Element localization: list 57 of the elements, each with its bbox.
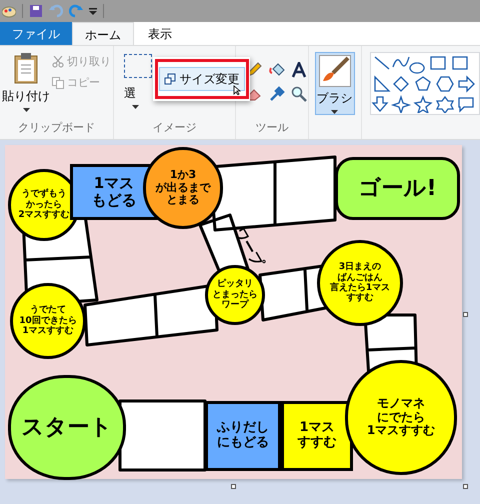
space-text: 言えたら1マス: [330, 283, 390, 293]
caret-icon[interactable]: [132, 105, 139, 109]
scissors-icon: [52, 56, 64, 68]
space-text: 1か3: [170, 169, 196, 182]
caret-icon: [331, 110, 338, 114]
space-text: かったら: [26, 200, 62, 210]
space-text: 1マス: [299, 421, 335, 436]
space-text: うでたて: [30, 305, 66, 316]
space-text: 10回できたら: [19, 316, 77, 326]
space-text: ばんごはん: [338, 272, 382, 283]
paintbrush-icon: [318, 55, 351, 87]
space-text: モノマネ: [377, 396, 425, 411]
space-text: うでずもう: [22, 189, 66, 200]
clipboard-icon[interactable]: [13, 52, 39, 84]
paint-palette-icon[interactable]: [2, 4, 16, 18]
group-label: クリップボード: [16, 120, 96, 136]
caret-icon[interactable]: [22, 108, 30, 112]
magnifier-icon[interactable]: [291, 86, 308, 102]
space-text: すすむ: [346, 293, 374, 304]
space-text: ピッタリ: [217, 279, 253, 290]
resize-handle[interactable]: [463, 312, 468, 317]
group-label: イメージ: [152, 120, 198, 136]
space-text: もどる: [92, 192, 136, 210]
dropdown-arrow-icon[interactable]: [89, 7, 97, 15]
space-text: にもどる: [217, 436, 269, 451]
space-text: すすむ: [298, 436, 336, 451]
group-label: ツール: [254, 120, 290, 136]
space-text: 1マスすすむ: [366, 424, 436, 438]
paint-bucket-icon[interactable]: [268, 62, 285, 78]
space-text: 2マスすすむ: [18, 210, 70, 221]
shapes-gallery[interactable]: [370, 52, 480, 115]
paste-button[interactable]: 貼り付け: [2, 87, 50, 105]
resize-handle[interactable]: [231, 484, 236, 489]
resize-handle[interactable]: [463, 484, 468, 489]
space-text: ゴール!: [358, 176, 437, 202]
space-text: ワープ: [222, 300, 248, 311]
space-text: ふりだし: [217, 421, 269, 436]
color-picker-icon[interactable]: [268, 86, 285, 102]
space-text: 1マス: [94, 174, 134, 192]
space-text: 3日まえの: [338, 262, 382, 272]
save-icon[interactable]: [29, 4, 43, 18]
resize-icon: [164, 73, 176, 85]
selection-icon[interactable]: [124, 54, 152, 78]
brush-button[interactable]: ブラシ: [314, 52, 355, 115]
ribbon-tab[interactable]: ホーム: [72, 22, 134, 46]
file-tab[interactable]: ファイル: [0, 22, 72, 45]
copy-icon: [52, 76, 64, 89]
space-text: とまったら: [212, 290, 258, 300]
text-icon[interactable]: [291, 62, 308, 78]
space-text: 1マスすすむ: [22, 326, 74, 337]
space-text: とまる: [166, 194, 200, 207]
space-text: が出るまで: [156, 182, 210, 194]
select-button[interactable]: 選: [124, 84, 136, 102]
resize-button[interactable]: サイズ変更: [158, 67, 244, 91]
space-text: スタート: [22, 414, 112, 440]
space-text: にでたら: [377, 410, 425, 424]
mouse-cursor-icon: [233, 85, 241, 95]
